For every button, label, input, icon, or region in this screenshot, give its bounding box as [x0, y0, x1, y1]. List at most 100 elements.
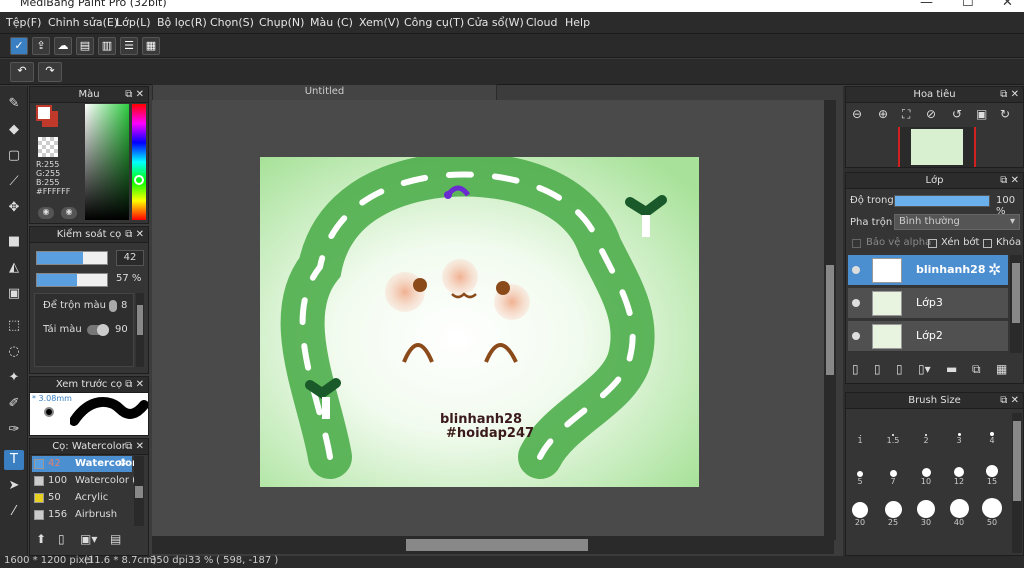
brush-size-option[interactable]: 4 — [976, 414, 1008, 445]
saturation-value-picker[interactable] — [85, 104, 129, 220]
brush-size-option[interactable]: 25 — [877, 496, 909, 527]
primary-color-swatch[interactable] — [36, 105, 52, 121]
minimize-button[interactable]: — — [920, 0, 933, 10]
close-icon[interactable]: ⧉ ✕ — [125, 227, 144, 243]
move-tool-icon[interactable]: ✥ — [4, 198, 24, 218]
brush-size-option[interactable]: 3 — [943, 414, 975, 445]
brush-size-option[interactable]: 12 — [943, 455, 975, 486]
close-icon[interactable]: ⧉ ✕ — [125, 87, 144, 103]
scroll-thumb[interactable] — [826, 265, 834, 375]
brush-size-option[interactable]: 1.5 — [877, 414, 909, 445]
scroll-thumb[interactable] — [135, 486, 143, 498]
brush-size-option[interactable]: 2 — [910, 414, 942, 445]
select-eraser-icon[interactable]: ✑ — [4, 420, 24, 440]
document-tab[interactable]: Untitled — [152, 84, 497, 100]
rect-tool-icon[interactable]: ▢ — [4, 146, 24, 166]
palette-add-icon[interactable]: ◉ — [61, 207, 77, 219]
eye-icon[interactable] — [852, 299, 860, 307]
list-icon[interactable]: ☰ — [120, 37, 138, 55]
menu-filter[interactable]: Bộ lọc(R) — [157, 16, 207, 29]
eye-icon[interactable] — [852, 332, 860, 340]
share-icon[interactable]: ⇪ — [32, 37, 50, 55]
brush-size-value[interactable]: 42 — [116, 250, 144, 266]
menu-view[interactable]: Xem(V) — [359, 16, 400, 29]
brush-item[interactable]: 156 Airbrush — [32, 507, 132, 523]
redo-icon[interactable]: ↷ — [38, 62, 62, 82]
layer-menu-icon[interactable]: ▯▾ — [918, 362, 931, 376]
new-8bit-layer-icon[interactable]: ▯ — [896, 362, 903, 376]
folder-icon[interactable]: ▬ — [946, 362, 957, 376]
duplicate-layer-icon[interactable]: ⧉ — [972, 362, 981, 377]
brush-size-option[interactable]: 1 — [844, 414, 876, 445]
brush-params-scrollbar[interactable] — [136, 293, 144, 367]
brush-size-option[interactable]: 30 — [910, 496, 942, 527]
scroll-thumb[interactable] — [137, 305, 143, 335]
eye-icon[interactable] — [852, 266, 860, 274]
brush-size-option[interactable]: 15 — [976, 455, 1008, 486]
eraser-tool-icon[interactable]: ◆ — [4, 120, 24, 140]
menu-snap[interactable]: Chụp(N) — [259, 16, 304, 29]
layer-row[interactable]: Lớp3 — [848, 288, 1008, 319]
brush-tool-icon[interactable]: ✎ — [4, 94, 24, 114]
brush-size-option[interactable]: 20 — [844, 496, 876, 527]
blend-mode-select[interactable]: Bình thường ▾ — [894, 214, 1020, 230]
page-icon[interactable]: ▥ — [98, 37, 116, 55]
zoom-in-icon[interactable]: ⊕ — [878, 107, 888, 121]
close-icon[interactable]: ⧉ ✕ — [1000, 393, 1019, 409]
lock-checkbox[interactable] — [983, 239, 992, 248]
gear-icon[interactable]: ✲ — [118, 456, 126, 472]
menu-file[interactable]: Tệp(F) — [6, 16, 41, 29]
close-button[interactable]: ✕ — [1002, 0, 1013, 10]
brush-size-option[interactable]: 50 — [976, 496, 1008, 527]
brush-size-option[interactable]: 10 — [910, 455, 942, 486]
gear-icon[interactable]: ✲ — [988, 260, 1001, 279]
brush-size-option[interactable]: 5 — [844, 455, 876, 486]
scroll-thumb[interactable] — [1012, 263, 1020, 323]
maximize-button[interactable]: ☐ — [962, 0, 974, 10]
zoom-out-icon[interactable]: ⊖ — [852, 107, 862, 121]
palette-icon[interactable]: ◉ — [38, 207, 54, 219]
close-icon[interactable]: ⧉ ✕ — [125, 439, 144, 455]
layer-row[interactable]: Lớp2 — [848, 321, 1008, 352]
flip-icon[interactable]: ▣ — [976, 107, 987, 121]
menu-layer[interactable]: Lớp(L) — [116, 16, 151, 29]
hue-handle[interactable] — [134, 175, 144, 185]
new-layer-icon[interactable]: ▯ — [852, 362, 859, 376]
menu-select[interactable]: Chọn(S) — [210, 16, 254, 29]
select-pen-icon[interactable]: ✐ — [4, 394, 24, 414]
menu-window[interactable]: Cửa sổ(W) — [467, 16, 524, 29]
rotate-left-icon[interactable]: ↺ — [952, 107, 962, 121]
brush-add-icon[interactable]: ⬆ — [36, 532, 46, 546]
new-brush-icon[interactable]: ▯ — [58, 532, 65, 546]
menu-tools[interactable]: Công cụ(T) — [404, 16, 464, 29]
protect-alpha-checkbox[interactable] — [852, 239, 861, 248]
clip-checkbox[interactable] — [928, 239, 937, 248]
layer-row[interactable]: blinhanh28 ✲ — [848, 255, 1008, 286]
zoom-actual-icon[interactable]: ⊘ — [926, 107, 936, 121]
fill-rect-tool-icon[interactable]: ■ — [4, 232, 24, 252]
line-tool-icon[interactable]: ⟋ — [4, 172, 24, 192]
brush-item[interactable]: 42 Watercolor ✲ — [32, 456, 135, 472]
brush-size-scrollbar[interactable] — [1012, 413, 1022, 553]
scroll-thumb[interactable] — [1013, 421, 1021, 501]
bucket-tool-icon[interactable]: ◭ — [4, 258, 24, 278]
note-icon[interactable]: ▤ — [76, 37, 94, 55]
layer-opacity-slider[interactable] — [894, 195, 990, 207]
text-tool-icon[interactable]: T — [4, 450, 24, 470]
horizontal-scrollbar[interactable] — [152, 536, 834, 554]
refill-handle[interactable] — [97, 324, 109, 336]
snap-icon[interactable]: ✓ — [10, 37, 28, 55]
close-icon[interactable]: ⧉ ✕ — [1000, 173, 1019, 189]
merge-layer-icon[interactable]: ▦ — [996, 362, 1007, 376]
gradient-tool-icon[interactable]: ▣ — [4, 284, 24, 304]
scroll-thumb[interactable] — [406, 539, 588, 551]
brush-opacity-slider[interactable] — [36, 273, 108, 287]
navigator-viewport[interactable] — [898, 127, 976, 167]
close-icon[interactable]: ⧉ ✕ — [1000, 87, 1019, 103]
brush-settings-icon[interactable]: ▤ — [110, 532, 121, 546]
undo-icon[interactable]: ↶ — [10, 62, 34, 82]
new-halftone-layer-icon[interactable]: ▯ — [874, 362, 881, 376]
brush-item[interactable]: 100 Watercolor ( — [32, 473, 135, 489]
rotate-right-icon[interactable]: ↻ — [1000, 107, 1010, 121]
mix-handle[interactable] — [109, 300, 117, 312]
